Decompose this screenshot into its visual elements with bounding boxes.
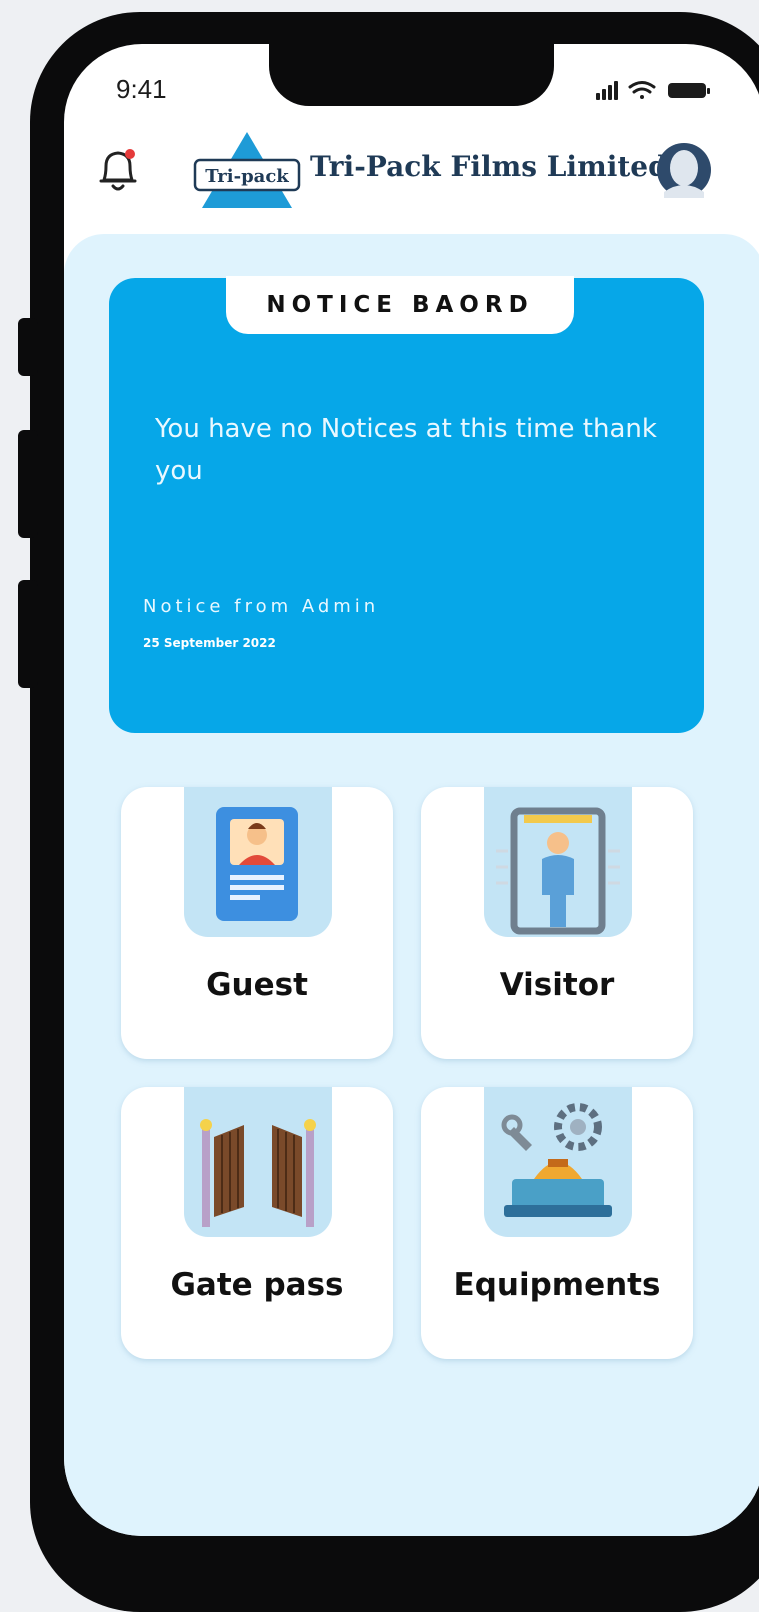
- notch: [269, 44, 554, 106]
- notice-board-card[interactable]: NOTICE BAORD You have no Notices at this…: [109, 276, 704, 733]
- id-card-icon: [216, 807, 298, 921]
- volume-down-button: [18, 580, 38, 688]
- gate-pass-tile-art: [184, 1087, 332, 1237]
- notice-message: You have no Notices at this time thank y…: [155, 414, 657, 486]
- wifi-icon: [628, 81, 656, 99]
- status-time: 9:41: [116, 74, 167, 104]
- security-gate-icon: [496, 807, 620, 935]
- signal-icon: [596, 81, 618, 100]
- dashboard-content: NOTICE BAORD You have no Notices at this…: [64, 234, 759, 1536]
- status-icons: [596, 81, 710, 100]
- equipments-tile-art: [484, 1087, 632, 1237]
- gate-pass-label: Gate pass: [170, 1267, 344, 1303]
- notice-author: Notice from Admin: [143, 596, 380, 617]
- tri-pack-logo-icon: Tri-pack: [193, 132, 301, 208]
- notice-date: 25 September 2022: [143, 636, 276, 650]
- notification-dot: [125, 149, 135, 159]
- logo-mark-text: Tri-pack: [205, 166, 289, 187]
- guest-label: Guest: [206, 967, 308, 1003]
- company-logo: Tri-pack Tri-Pack Films Limited: [192, 132, 668, 212]
- gate-pass-tile[interactable]: Gate pass: [121, 1087, 393, 1359]
- notification-bell-icon[interactable]: [94, 144, 142, 196]
- company-name: Tri-Pack Films Limited: [310, 150, 668, 183]
- visitor-tile-art: [484, 787, 632, 937]
- mute-switch: [18, 318, 38, 376]
- equipments-tile[interactable]: Equipments: [421, 1087, 693, 1359]
- visitor-tile[interactable]: Visitor: [421, 787, 693, 1059]
- volume-up-button: [18, 430, 38, 538]
- app-screen: 9:41 Tri-pack Tri-Pack Films Limited NOT…: [64, 44, 759, 1536]
- profile-avatar-icon[interactable]: [656, 142, 712, 198]
- visitor-label: Visitor: [499, 967, 615, 1003]
- gate-icon: [200, 1119, 316, 1227]
- equipment-icon: [501, 1103, 612, 1217]
- guest-tile[interactable]: Guest: [121, 787, 393, 1059]
- notice-board-title: NOTICE BAORD: [226, 276, 574, 334]
- battery-icon: [668, 83, 710, 98]
- guest-tile-art: [184, 787, 332, 937]
- equipments-label: Equipments: [453, 1267, 661, 1303]
